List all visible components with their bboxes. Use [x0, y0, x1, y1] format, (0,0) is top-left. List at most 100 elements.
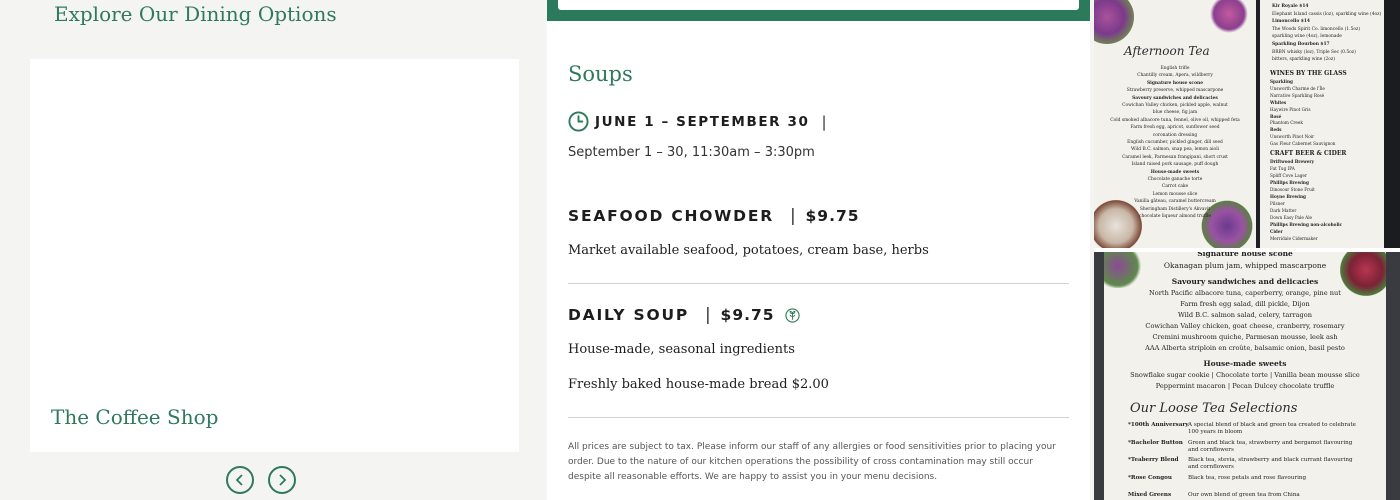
menu-photo-line: Unsworth Pinot Noir	[1270, 134, 1315, 140]
menu-photo-line: Haywire Pinot Gris	[1270, 106, 1311, 112]
wines-heading: WINES BY THE GLASS	[1270, 70, 1347, 77]
menu-photo-line: AAA Alberta striploin en croûte, balsami…	[1145, 344, 1345, 352]
tea-name: *Rose Congou	[1128, 474, 1172, 481]
menu-photo-line: Snowflake sugar cookie | Chocolate torte…	[1130, 371, 1360, 379]
menu-photo-line: Farm fresh egg salad, dill pickle, Dijon	[1180, 300, 1310, 308]
menu-item-description: House-made, seasonal ingredients	[568, 342, 795, 357]
tea-description: Black tea, stevia, strawberry and black …	[1188, 457, 1353, 470]
menu-photo-line: Narrative Sparkling Rosé	[1270, 92, 1325, 98]
menu-item-name: DAILY SOUP	[568, 306, 689, 324]
price-separator: |	[789, 206, 798, 226]
afternoon-tea-card: Afternoon Tea English trifle Chantilly cr…	[1094, 0, 1256, 248]
carousel-next-button[interactable]	[268, 466, 296, 494]
menu-photo-line: Pilsner	[1270, 201, 1285, 206]
beer-heading: CRAFT BEER & CIDER	[1270, 150, 1347, 157]
menu-photo-line: Phillips Brewing non-alcoholic	[1270, 222, 1343, 227]
menu-photo-line: Dinosour Stone Fruit	[1270, 187, 1315, 192]
menu-photo-line: Kir Royale $14	[1272, 4, 1309, 9]
savoury-heading: Savoury sandwiches and delicacies	[1171, 277, 1319, 286]
menu-photo-line: Okanagan plum jam, whipped mascarpone	[1163, 261, 1327, 270]
menu-section-title: Soups	[568, 62, 633, 86]
menu-photo-line: Chocolate ganache torte	[1147, 177, 1203, 182]
menu-photo-line: Cider	[1270, 229, 1283, 234]
menu-photo-line: Chantilly cream, Apera, wildberry	[1137, 73, 1213, 79]
menu-photo-line: Cold smoked albacore tuna, fennel, olive…	[1110, 117, 1240, 123]
drinks-card: Kir Royale $14 Elephant Island cassis (lo…	[1260, 0, 1384, 248]
menu-photo-line: Limoncello $14	[1272, 19, 1310, 25]
menu-photo-line: Rosé	[1270, 113, 1282, 119]
menu-photo-line: Peppermint macaron | Pecan Dulcey chocol…	[1155, 382, 1335, 390]
dining-options-panel: Explore Our Dining Options The Coffee Sh…	[0, 0, 543, 500]
menu-item-price: $9.75	[805, 207, 860, 225]
menu-photo-line: BRBN whisky (loz), Triple Sec (0.5oz)	[1272, 49, 1356, 55]
menu-photo-line: The Woods Spirit Co. limoncello (1.5oz)	[1272, 26, 1361, 32]
tax-allergy-disclaimer: All prices are subject to tax. Please in…	[568, 442, 1056, 482]
tea-name: Mixed Greens	[1128, 492, 1172, 498]
afternoon-tea-title: Afternoon Tea	[1124, 44, 1210, 58]
tea-selections-title: Our Loose Tea Selections	[1130, 401, 1298, 416]
menu-photo-line: Spliff Cove Lager	[1270, 173, 1307, 178]
menu-photo-line: English cucumber, pickled ginger, dill s…	[1127, 140, 1223, 145]
menu-photo-line: Farm fresh egg, apricot, sunflower seed	[1130, 125, 1220, 131]
menu-photo-line: Hoyne Brewing	[1270, 194, 1306, 199]
clock-icon	[568, 111, 589, 132]
menu-photo-line: Sparkling	[1270, 79, 1293, 84]
menu-photo-line: Wild B.C. salmon, snap pea, lemon aioli	[1131, 147, 1219, 153]
menu-photo-line: North Pacific albacore tuna, caperberry,…	[1149, 289, 1341, 297]
tea-description: Green and black tea, strawberry and berg…	[1188, 439, 1353, 453]
card-title[interactable]: The Coffee Shop	[51, 405, 218, 429]
tea-name: *100th Anniversary	[1128, 422, 1189, 428]
tea-selections-menu-photo[interactable]: Signature house scone Okanagan plum jam, …	[1094, 252, 1400, 500]
tea-menu-card: Signature house scone Okanagan plum jam, …	[1104, 252, 1386, 500]
menu-photo-line: Carrot cake	[1161, 184, 1189, 190]
menu-photo-line: Lemon mousse slice	[1152, 191, 1198, 197]
menu-photo-line: Dark Matter	[1270, 208, 1297, 213]
menu-header-inner	[558, 0, 1079, 10]
menu-photo-line: chocolate liqueur almond truffle	[1139, 214, 1211, 219]
floral-decoration	[1094, 0, 1134, 44]
menu-photo-line: Caramel leek, Parmesan frangipani, short…	[1122, 154, 1228, 160]
photo-edge	[1384, 0, 1400, 248]
tea-description: Our own blend of green tea from China	[1188, 492, 1300, 498]
afternoon-tea-menu-photo[interactable]: Afternoon Tea English trifle Chantilly cr…	[1094, 0, 1400, 248]
menu-photo-line: Cowichan Valley chicken, goat cheese, cr…	[1145, 322, 1345, 330]
menu-photo-line: Phantom Creek	[1270, 120, 1303, 126]
menu-photo-line: Phillips Brewing	[1270, 180, 1309, 185]
service-hours: September 1 – 30, 11:30am – 3:30pm	[568, 145, 815, 160]
menu-photo-line: Merridale Cidermaker	[1270, 236, 1318, 241]
chevron-left-icon	[235, 474, 243, 486]
tea-name: *Bachelor Button	[1128, 439, 1183, 446]
leaf-icon	[784, 307, 800, 323]
dining-card[interactable]: The Coffee Shop	[30, 59, 519, 452]
tea-description: Black tea, rose petals and rose flavouri…	[1188, 474, 1307, 481]
menu-photo-line: Elephant Island cassis (loz), sparkling …	[1272, 11, 1382, 17]
menu-photo-line: Reds	[1270, 127, 1282, 133]
menu-photo-line: sparkling wine (4oz), lemonade	[1272, 34, 1342, 40]
menu-photo-line: Sheringham Distillery's Akvavit	[1139, 206, 1211, 212]
menu-photo-line: Savoury sandwiches and delicacies	[1132, 95, 1218, 101]
menu-panel: Soups JUNE 1 – SEPTEMBER 30 | September …	[547, 0, 1090, 500]
menu-photo-line: Cremini mushroom quiche, Parmesan mousse…	[1152, 333, 1338, 341]
menu-item-extra: Freshly baked house-made bread $2.00	[568, 377, 829, 392]
carousel-prev-button[interactable]	[226, 466, 254, 494]
menu-item-description: Market available seafood, potatoes, crea…	[568, 243, 929, 258]
menu-photo-line: Whites	[1270, 99, 1287, 105]
section-heading: Explore Our Dining Options	[54, 2, 337, 26]
sweets-heading: House-made sweets	[1203, 359, 1287, 368]
menu-photo-line: Island raised pork sausage, puff dough	[1131, 162, 1219, 168]
menu-photo-line: Gas Fleur Cabernet Sauvignon	[1270, 141, 1336, 147]
availability-row: JUNE 1 – SEPTEMBER 30 |	[568, 111, 837, 132]
menu-photo-gallery: Afternoon Tea English trifle Chantilly cr…	[1094, 0, 1400, 500]
menu-photo-line: Wild B.C. salmon salad, celery, tarragon	[1178, 311, 1312, 319]
menu-photo-line: Signature house scone	[1197, 252, 1293, 258]
menu-photo-line: Unsworth Charme de l'Île	[1270, 85, 1325, 91]
menu-item-price: $9.75	[720, 306, 775, 324]
menu-photo-line: Signature house scone	[1147, 80, 1203, 86]
menu-item-name: SEAFOOD CHOWDER	[568, 207, 774, 225]
menu-photo-line: bitters, sparkling wine (2oz)	[1272, 57, 1335, 63]
menu-photo-line: Strawberry preserve, whipped mascarpone	[1126, 88, 1224, 94]
date-range: JUNE 1 – SEPTEMBER 30	[595, 113, 810, 130]
menu-item-header: SEAFOOD CHOWDER | $9.75	[568, 206, 860, 226]
divider	[568, 283, 1069, 284]
menu-photo-line: English trifle	[1160, 66, 1190, 71]
